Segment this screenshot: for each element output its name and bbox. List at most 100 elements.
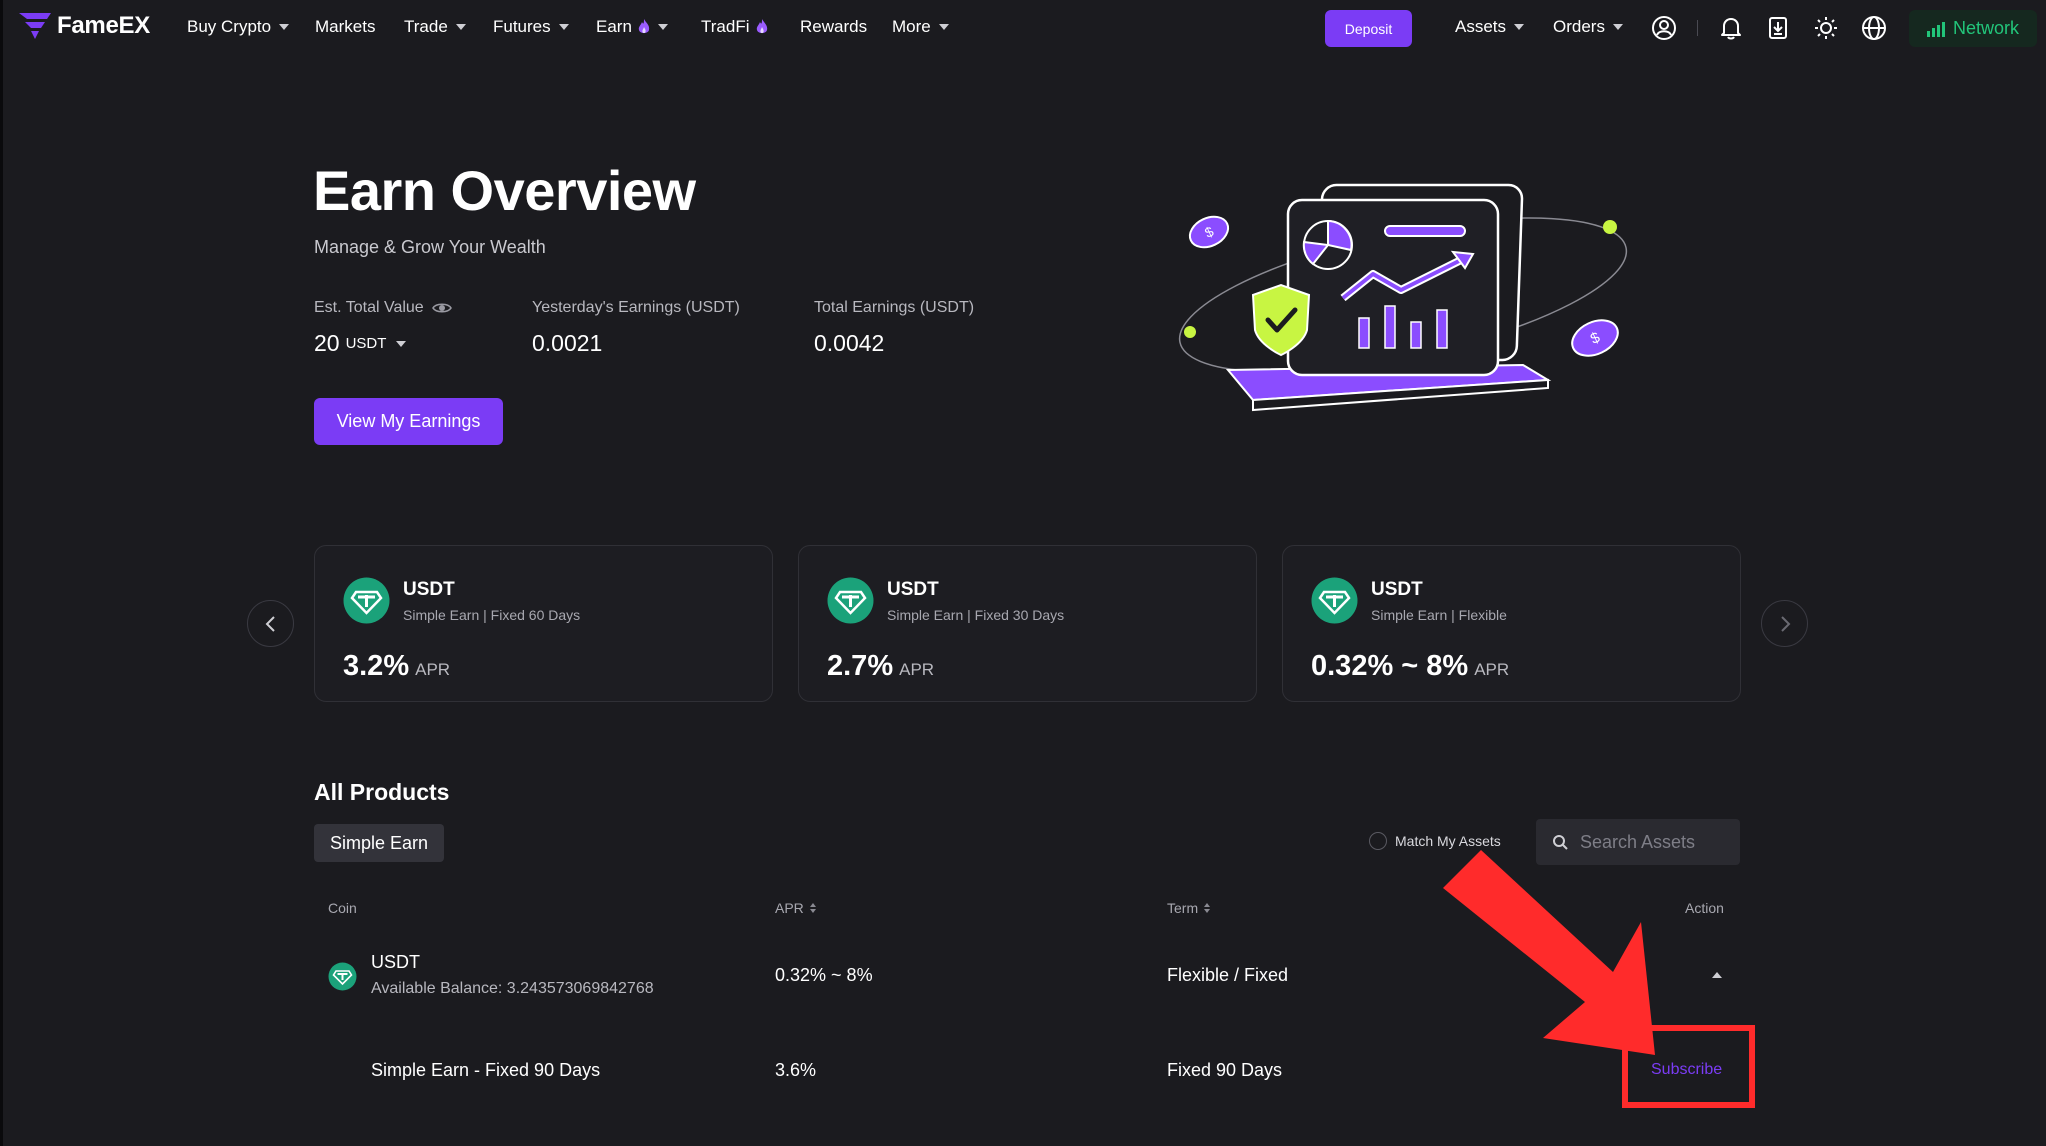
nav-label: TradFi — [701, 17, 750, 36]
apr-value: 0.32% ~ 8% — [1311, 650, 1469, 682]
yesterday-earnings-label: Yesterday's Earnings (USDT) — [532, 299, 740, 316]
caret-down-icon — [279, 24, 290, 30]
card-apr: 0.32% ~ 8% APR — [1311, 650, 1509, 683]
red-annotation-box — [1622, 1025, 1755, 1108]
est-total-label: Est. Total Value — [314, 299, 452, 317]
network-status-button[interactable]: Network — [1909, 10, 2037, 47]
stat-number: 20 — [314, 330, 340, 356]
network-label: Network — [1952, 18, 2019, 38]
sort-icon[interactable] — [1204, 903, 1211, 913]
nav-label: Earn — [596, 17, 632, 36]
nav-buy-crypto[interactable]: Buy Crypto — [187, 17, 290, 37]
row-coin-name: USDT — [371, 952, 420, 972]
top-nav: FameEX Buy Crypto Markets Trade Futures … — [3, 0, 2046, 56]
caret-down-icon — [657, 24, 668, 30]
subrow-apr: 3.6% — [775, 1060, 817, 1080]
column-header-action: Action — [1685, 900, 1724, 916]
caret-down-icon — [1612, 24, 1623, 30]
currency-unit: USDT — [345, 335, 387, 352]
match-label: Match My Assets — [1395, 833, 1501, 849]
nav-label: Markets — [315, 17, 376, 36]
card-coin: USDT — [403, 579, 455, 600]
caret-down-icon — [938, 24, 949, 30]
tab-simple-earn[interactable]: Simple Earn — [314, 824, 444, 862]
page: FameEX Buy Crypto Markets Trade Futures … — [0, 0, 2046, 1146]
flame-icon — [756, 19, 767, 34]
page-subtitle: Manage & Grow Your Wealth — [314, 237, 546, 257]
nav-label: Buy Crypto — [187, 17, 272, 36]
sun-icon[interactable] — [1813, 15, 1839, 41]
apr-value: 2.7% — [827, 650, 894, 682]
usdt-coin-icon — [827, 577, 874, 624]
card-apr: 3.2% APR — [343, 650, 450, 683]
carousel-prev-button[interactable] — [247, 600, 294, 647]
subrow-term: Fixed 90 Days — [1167, 1060, 1283, 1080]
fameex-logo-icon — [19, 13, 51, 39]
nav-orders[interactable]: Orders — [1553, 17, 1623, 37]
nav-futures[interactable]: Futures — [493, 17, 569, 37]
apr-label: APR — [1474, 660, 1510, 679]
nav-label: Futures — [493, 17, 551, 36]
nav-earn[interactable]: Earn — [596, 17, 668, 37]
usdt-coin-icon — [343, 577, 390, 624]
total-earnings-value: 0.0042 — [814, 330, 885, 356]
caret-down-icon — [1514, 24, 1525, 30]
nav-markets[interactable]: Markets — [315, 17, 375, 37]
subrow-product-name: Simple Earn - Fixed 90 Days — [371, 1060, 601, 1080]
nav-trade[interactable]: Trade — [404, 17, 466, 37]
caret-down-icon — [396, 340, 407, 347]
column-header-term[interactable]: Term — [1167, 900, 1211, 916]
all-products-title: All Products — [314, 779, 450, 805]
nav-assets[interactable]: Assets — [1455, 17, 1525, 37]
est-total-value[interactable]: 20 USDT — [314, 330, 407, 357]
nav-label: Rewards — [800, 17, 868, 36]
match-checkbox[interactable] — [1369, 832, 1387, 850]
bell-icon[interactable] — [1718, 15, 1744, 41]
total-earnings-label: Total Earnings (USDT) — [814, 299, 975, 316]
globe-icon[interactable] — [1861, 15, 1887, 41]
product-card[interactable]: USDT Simple Earn | Flexible 0.32% ~ 8% A… — [1282, 545, 1741, 702]
brand-logo[interactable]: FameEX — [19, 12, 150, 40]
collapse-icon[interactable] — [1712, 972, 1722, 978]
card-apr: 2.7% APR — [827, 650, 934, 683]
user-icon[interactable] — [1651, 15, 1677, 41]
row-apr: 0.32% ~ 8% — [775, 965, 873, 985]
match-my-assets-toggle[interactable]: Match My Assets — [1369, 832, 1501, 850]
caret-down-icon — [455, 24, 466, 30]
apr-label: APR — [415, 660, 451, 679]
nav-more[interactable]: More — [892, 17, 949, 37]
nav-label: Orders — [1553, 17, 1605, 36]
sort-icon[interactable] — [809, 903, 816, 913]
nav-tradfi[interactable]: TradFi — [701, 17, 768, 37]
card-coin: USDT — [887, 579, 939, 600]
carousel-next-button[interactable] — [1761, 600, 1808, 647]
card-product-type: Simple Earn | Fixed 60 Days — [403, 607, 581, 623]
caret-down-icon — [558, 24, 569, 30]
search-icon — [1553, 835, 1568, 850]
product-card[interactable]: USDT Simple Earn | Fixed 30 Days 2.7% AP… — [798, 545, 1257, 702]
nav-label: More — [892, 17, 931, 36]
card-product-type: Simple Earn | Flexible — [1371, 607, 1507, 623]
header-label: APR — [775, 900, 804, 916]
page-title: Earn Overview — [313, 159, 696, 222]
header-label: Term — [1167, 900, 1199, 916]
view-my-earnings-button[interactable]: View My Earnings — [314, 398, 503, 445]
stat-label-text: Est. Total Value — [314, 299, 424, 316]
usdt-coin-icon — [1311, 577, 1358, 624]
eye-icon[interactable] — [431, 301, 452, 315]
nav-rewards[interactable]: Rewards — [800, 17, 867, 37]
signal-bars-icon — [1926, 21, 1945, 37]
product-card[interactable]: USDT Simple Earn | Fixed 60 Days 3.2% AP… — [314, 545, 773, 702]
card-product-type: Simple Earn | Fixed 30 Days — [887, 607, 1065, 623]
flame-icon — [638, 19, 650, 34]
nav-label: Assets — [1455, 17, 1507, 36]
chevron-left-icon — [265, 615, 275, 632]
download-icon[interactable] — [1765, 15, 1791, 41]
row-available-balance: Available Balance: 3.243573069842768 — [371, 980, 654, 997]
usdt-coin-icon — [328, 962, 357, 991]
yesterday-earnings-value: 0.0021 — [532, 330, 603, 356]
nav-label: Trade — [404, 17, 448, 36]
deposit-button[interactable]: Deposit — [1325, 10, 1412, 47]
column-header-apr[interactable]: APR — [775, 900, 816, 916]
card-coin: USDT — [1371, 579, 1423, 600]
